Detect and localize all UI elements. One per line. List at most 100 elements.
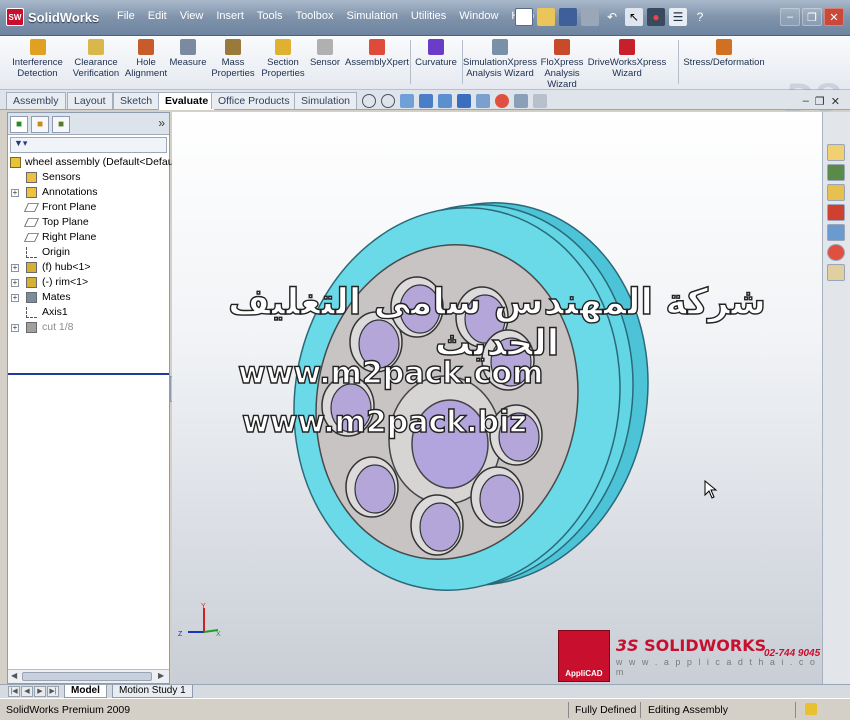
heads-up-view-toolbar bbox=[362, 94, 547, 108]
menu-edit[interactable]: Edit bbox=[148, 10, 167, 22]
tab-layout[interactable]: Layout bbox=[67, 92, 113, 109]
doc-minimize-icon[interactable]: – bbox=[803, 95, 809, 108]
close-icon[interactable]: ✕ bbox=[824, 8, 844, 26]
tree-node[interactable]: Axis1 bbox=[8, 305, 169, 320]
doc-close-icon[interactable]: ✕ bbox=[831, 95, 840, 108]
prev-tab-icon[interactable]: ◀ bbox=[21, 686, 33, 697]
tree-node[interactable]: + cut 1/8 bbox=[8, 320, 169, 335]
tab-evaluate[interactable]: Evaluate bbox=[158, 92, 216, 110]
cmd-interference-button[interactable]: Interference Detection bbox=[0, 39, 75, 79]
menu-window[interactable]: Window bbox=[459, 10, 498, 22]
cmd-floxpress-button[interactable]: FloXpress Analysis Wizard bbox=[538, 39, 586, 90]
expand-toggle-icon[interactable]: + bbox=[11, 264, 19, 272]
search-icon[interactable] bbox=[827, 204, 845, 221]
menu-view[interactable]: View bbox=[180, 10, 204, 22]
tree-filter[interactable]: ▼▾ bbox=[10, 137, 167, 153]
custom-properties-icon[interactable] bbox=[827, 264, 845, 281]
cmd-driveworks-button[interactable]: DriveWorksXpress Wizard bbox=[585, 39, 669, 79]
pane-horizontal-scrollbar[interactable]: ◀ ▶ bbox=[8, 669, 169, 683]
graphics-viewport[interactable]: شركة المهندس سامى التغليف الحديث www.m2p… bbox=[172, 112, 822, 684]
zoom-to-area-icon[interactable] bbox=[381, 94, 395, 108]
scroll-right-icon[interactable]: ▶ bbox=[158, 671, 164, 680]
expand-toggle-icon[interactable]: + bbox=[11, 189, 19, 197]
print-icon[interactable] bbox=[581, 8, 599, 26]
view-orientation-icon[interactable] bbox=[438, 94, 452, 108]
help-icon[interactable]: ? bbox=[691, 8, 709, 26]
options-icon[interactable]: ☰ bbox=[669, 8, 687, 26]
expand-pane-icon[interactable]: » bbox=[158, 116, 165, 130]
new-document-icon[interactable] bbox=[515, 8, 533, 26]
cmd-measure-button[interactable]: Measure bbox=[168, 39, 208, 68]
tree-node[interactable]: Sensors bbox=[8, 170, 169, 185]
tree-node[interactable]: Origin bbox=[8, 245, 169, 260]
cmd-scale-button[interactable]: Mass Properties bbox=[208, 39, 258, 79]
cmd-hole-button[interactable]: Hole Alignment bbox=[123, 39, 169, 79]
apply-scene-icon[interactable] bbox=[514, 94, 528, 108]
cmd-stress-button[interactable]: Stress/Deformation bbox=[680, 39, 768, 68]
tree-node[interactable]: Right Plane bbox=[8, 230, 169, 245]
wheel-assembly-model[interactable] bbox=[172, 112, 822, 684]
tree-node[interactable]: Front Plane bbox=[8, 200, 169, 215]
tree-node-label: Annotations bbox=[42, 186, 98, 198]
expand-toggle-icon[interactable]: + bbox=[11, 324, 19, 332]
tree-root[interactable]: wheel assembly (Default<Defau bbox=[8, 155, 174, 170]
cmd-assemblyxpert-button[interactable]: AssemblyXpert bbox=[344, 39, 410, 68]
expand-toggle-icon[interactable]: + bbox=[11, 279, 19, 287]
edit-appearance-icon[interactable] bbox=[495, 94, 509, 108]
file-explorer-icon[interactable] bbox=[827, 184, 845, 201]
tab-assembly[interactable]: Assembly bbox=[6, 92, 66, 109]
doc-restore-icon[interactable]: ❐ bbox=[815, 95, 825, 108]
status-rebuild-icon[interactable] bbox=[805, 703, 817, 715]
menu-insert[interactable]: Insert bbox=[216, 10, 244, 22]
menu-simulation[interactable]: Simulation bbox=[346, 10, 397, 22]
last-tab-icon[interactable]: ▶| bbox=[47, 686, 59, 697]
cmd-section-button[interactable]: Section Properties bbox=[258, 39, 308, 79]
minimize-icon[interactable]: – bbox=[780, 8, 800, 26]
next-tab-icon[interactable]: ▶ bbox=[34, 686, 46, 697]
bottom-tab-model[interactable]: Model bbox=[64, 685, 107, 698]
view-settings-icon[interactable] bbox=[533, 94, 547, 108]
scroll-thumb[interactable] bbox=[22, 672, 152, 681]
tree-node[interactable]: + (f) hub<1> bbox=[8, 260, 169, 275]
menu-toolbox[interactable]: Toolbox bbox=[296, 10, 334, 22]
appearances-scenes-icon[interactable] bbox=[827, 244, 845, 261]
tab-office-products[interactable]: Office Products bbox=[211, 92, 297, 109]
app-logo[interactable]: SW SolidWorks bbox=[6, 8, 99, 26]
select-cursor-icon[interactable]: ↖ bbox=[625, 8, 643, 26]
property-manager-tab-icon[interactable]: ■ bbox=[31, 116, 49, 133]
save-icon[interactable] bbox=[559, 8, 577, 26]
tab-simulation[interactable]: Simulation bbox=[294, 92, 358, 109]
open-folder-icon[interactable] bbox=[537, 8, 555, 26]
cmd-sensor-button[interactable]: Sensor bbox=[307, 39, 343, 68]
first-tab-icon[interactable]: |◀ bbox=[8, 686, 20, 697]
cmd-simulation-button[interactable]: SimulationXpress Analysis Wizard bbox=[462, 39, 538, 79]
display-style-icon[interactable] bbox=[457, 94, 471, 108]
hide-show-items-icon[interactable] bbox=[476, 94, 490, 108]
bottom-tab-motion-study-1[interactable]: Motion Study 1 bbox=[112, 685, 193, 698]
menu-file[interactable]: File bbox=[117, 10, 135, 22]
section-view-icon[interactable] bbox=[419, 94, 433, 108]
cmd-curvature-button[interactable]: Curvature bbox=[412, 39, 460, 68]
tree-node[interactable]: + Mates bbox=[8, 290, 169, 305]
cmd-clearance-button[interactable]: Clearance Verification bbox=[67, 39, 125, 79]
menu-utilities[interactable]: Utilities bbox=[411, 10, 446, 22]
rollback-bar[interactable] bbox=[8, 373, 169, 375]
tab-sketch[interactable]: Sketch bbox=[113, 92, 160, 109]
configuration-manager-tab-icon[interactable]: ■ bbox=[52, 116, 70, 133]
tree-node[interactable]: + (-) rim<1> bbox=[8, 275, 169, 290]
restore-icon[interactable]: ❐ bbox=[802, 8, 822, 26]
solidworks-resources-icon[interactable] bbox=[827, 144, 845, 161]
undo-icon[interactable]: ↶ bbox=[603, 8, 621, 26]
feature-manager-tab-icon[interactable]: ■ bbox=[10, 116, 28, 133]
view-palette-icon[interactable] bbox=[827, 224, 845, 241]
rebuild-traffic-light-icon[interactable]: ● bbox=[647, 8, 665, 26]
previous-view-icon[interactable] bbox=[400, 94, 414, 108]
tree-node[interactable]: + Annotations bbox=[8, 185, 169, 200]
scroll-left-icon[interactable]: ◀ bbox=[11, 671, 17, 680]
zoom-to-fit-icon[interactable] bbox=[362, 94, 376, 108]
design-library-icon[interactable] bbox=[827, 164, 845, 181]
expand-toggle-icon[interactable]: + bbox=[11, 294, 19, 302]
menu-tools[interactable]: Tools bbox=[257, 10, 283, 22]
tree-node[interactable]: Top Plane bbox=[8, 215, 169, 230]
hole-icon bbox=[138, 39, 154, 55]
